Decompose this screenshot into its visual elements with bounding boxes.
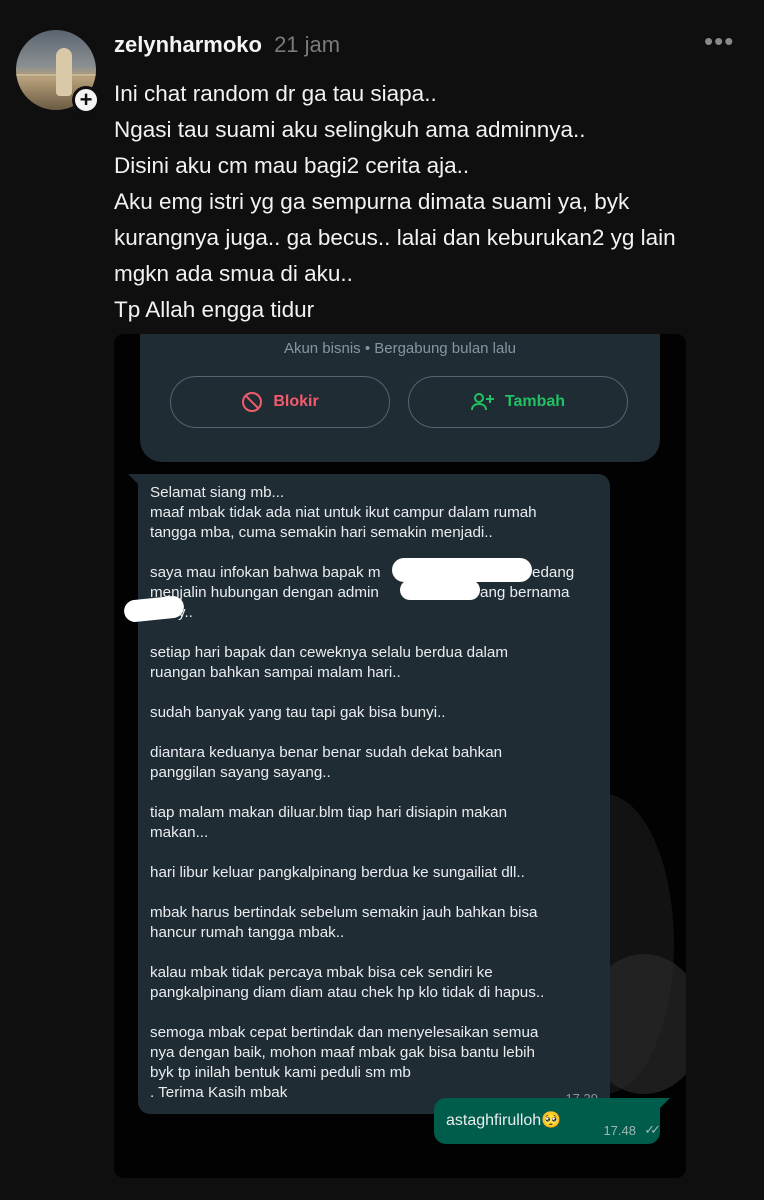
message-line: tiap malam makan diluar.blm tiap hari di… (150, 804, 508, 821)
chat-screenshot-image[interactable]: Akun bisnis • Bergabung bulan lalu Bloki… (114, 334, 686, 1178)
message-line: . Terima Kasih mbak (150, 1084, 288, 1101)
block-button[interactable]: Blokir (170, 376, 390, 428)
post-text-line: Tp Allah engga tidur (114, 297, 315, 322)
message-line: nya dengan baik, mohon maaf mbak gak bis… (150, 1044, 536, 1061)
more-options-icon[interactable]: ••• (704, 26, 734, 57)
message-line: diantara keduanya benar benar sudah deka… (150, 744, 503, 761)
message-line: saya mau infokan bahwa bapak m (150, 564, 381, 581)
message-line: sudah banyak yang tau tapi gak bisa buny… (150, 704, 446, 721)
message-line: hancur rumah tangga mbak.. (150, 924, 345, 941)
outgoing-message-time: 17.48 (603, 1123, 636, 1138)
message-line: hari libur keluar pangkalpinang berdua k… (150, 864, 525, 881)
contact-info-card: Akun bisnis • Bergabung bulan lalu Bloki… (140, 334, 660, 462)
add-person-icon (470, 392, 495, 412)
add-contact-button[interactable]: Tambah (408, 376, 628, 428)
outgoing-message-bubble[interactable]: astaghfirulloh🥺 17.48 ✓✓ (434, 1098, 670, 1144)
post-text-line: Ini chat random dr ga tau siapa.. (114, 81, 437, 106)
bubble-tail (128, 474, 140, 486)
redaction-mark (392, 558, 532, 582)
message-line: mbak harus bertindak sebelum semakin jau… (150, 904, 538, 921)
redaction-mark (123, 594, 185, 624)
message-line: edang (532, 564, 575, 581)
post-text-line: kurangnya juga.. ga becus.. lalai dan ke… (114, 225, 676, 250)
message-line: makan... (150, 824, 209, 841)
message-line: menjalin hubungan dengan admin (150, 584, 379, 601)
block-icon (241, 391, 263, 413)
add-label: Tambah (504, 393, 566, 410)
message-line: Selamat siang mb... (150, 484, 285, 501)
post-text-line: Aku emg istri yg ga sempurna dimata suam… (114, 189, 630, 214)
double-check-icon: ✓✓ (644, 1122, 661, 1137)
message-line: panggilan sayang sayang.. (150, 764, 331, 781)
redaction-mark (400, 580, 480, 600)
incoming-message-bubble[interactable]: Selamat siang mb... maaf mbak tidak ada … (123, 474, 610, 1114)
message-line: setiap hari bapak dan ceweknya selalu be… (150, 644, 508, 661)
message-line: semoga mbak cepat bertindak dan menyeles… (150, 1024, 539, 1041)
post-text: Ini chat random dr ga tau siapa.. Ngasi … (114, 76, 754, 328)
post-text-line: mgkn ada smua di aku.. (114, 261, 353, 286)
post-text-line: Disini aku cm mau bagi2 cerita aja.. (114, 153, 470, 178)
message-line: maaf mbak tidak ada niat untuk ikut camp… (150, 504, 537, 521)
contact-subtitle: Akun bisnis • Bergabung bulan lalu (283, 340, 517, 357)
bubble-tail (658, 1098, 670, 1110)
username[interactable]: zelynharmoko (114, 32, 262, 57)
outgoing-message-text: astaghfirulloh🥺 (446, 1112, 562, 1129)
avatar-figure (56, 48, 72, 96)
message-line: pangkalpinang diam diam atau chek hp klo… (150, 984, 545, 1001)
follow-plus-icon[interactable]: + (72, 86, 100, 114)
message-line: tangga mba, cuma semakin hari semakin me… (150, 524, 493, 541)
post-header: zelynharmoko 21 jam (114, 32, 340, 58)
message-line: ruangan bahkan sampai malam hari.. (150, 664, 401, 681)
message-line: ang bernama (480, 584, 570, 601)
block-label: Blokir (273, 393, 319, 410)
post-text-line: Ngasi tau suami aku selingkuh ama adminn… (114, 117, 586, 142)
message-line: kalau mbak tidak percaya mbak bisa cek s… (150, 964, 493, 981)
post-timestamp: 21 jam (274, 32, 341, 57)
message-line: byk tp inilah bentuk kami peduli sm mb (150, 1064, 411, 1081)
